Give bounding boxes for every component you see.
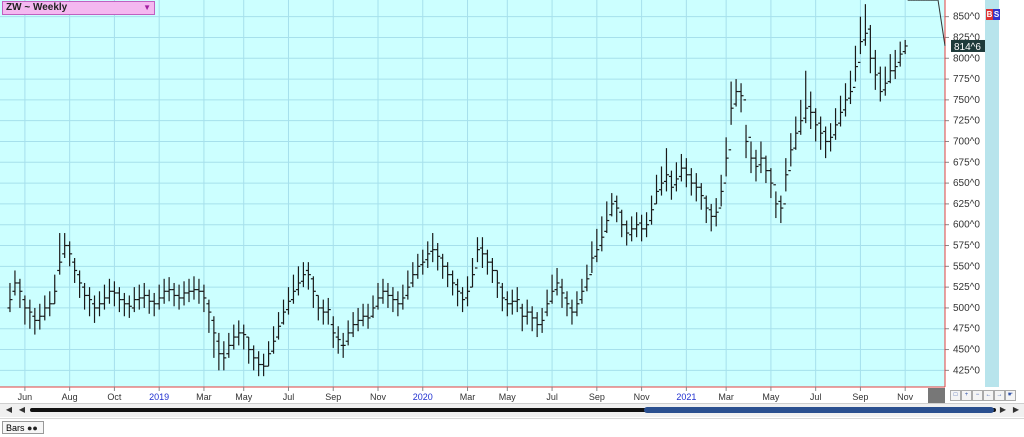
price-tick-label: 675^0 <box>953 157 980 168</box>
time-tick-label: May <box>499 392 517 402</box>
price-tick-label: 600^0 <box>953 220 980 231</box>
time-tick-label: Mar <box>460 392 476 402</box>
zoom-out-icon[interactable]: − <box>972 390 983 401</box>
price-tick-label: 450^0 <box>953 345 980 356</box>
time-tick-label: Mar <box>718 392 734 402</box>
time-tick-label: Aug <box>62 392 78 402</box>
time-tick-label: Oct <box>107 392 122 402</box>
triangle-down-icon[interactable]: ▼ <box>143 2 151 14</box>
zoom-fit-icon[interactable]: □ <box>950 390 961 401</box>
status-bar: Bars ●● <box>0 418 1024 437</box>
time-tick-label: Mar <box>196 392 212 402</box>
symbol-title: ZW ~ Weekly <box>6 2 68 13</box>
time-tick-label: 2019 <box>149 392 169 402</box>
last-price-label: 814^6 <box>954 42 981 53</box>
price-tick-label: 650^0 <box>953 178 980 189</box>
time-tick-label: Sep <box>325 392 341 402</box>
price-tick-label: 750^0 <box>953 95 980 106</box>
price-tick-label: 700^0 <box>953 136 980 147</box>
sell-label[interactable]: S <box>993 9 1000 20</box>
time-tick-label: Jul <box>546 392 558 402</box>
price-tick-label: 550^0 <box>953 261 980 272</box>
hand-icon[interactable]: ☛ <box>1005 390 1016 401</box>
buy-label[interactable]: B <box>986 9 993 20</box>
time-tick-label: May <box>762 392 780 402</box>
time-tick-label: Sep <box>852 392 868 402</box>
price-tick-label: 775^0 <box>953 74 980 85</box>
price-tick-label: 850^0 <box>953 12 980 23</box>
price-tick-label: 625^0 <box>953 199 980 210</box>
time-tick-label: Nov <box>370 392 387 402</box>
time-tick-label: 2021 <box>676 392 696 402</box>
time-cursor-block <box>928 388 945 403</box>
binoculars-icon: ●● <box>27 423 38 433</box>
time-tick-label: Sep <box>589 392 605 402</box>
chart-area[interactable]: 425^0 450^0 475^0 500^0 525^0 550^0 575^0 600^0… <box>0 0 1024 404</box>
time-tick-label: Nov <box>634 392 651 402</box>
scroll-last-icon[interactable]: ▶ <box>1011 405 1021 415</box>
horizontal-scrollbar[interactable]: ◀ ◀ ▶ ▶ <box>0 403 1024 417</box>
scroll-left-icon[interactable]: ◀ <box>17 405 27 415</box>
price-tick-label: 475^0 <box>953 324 980 335</box>
zoom-in-icon[interactable]: + <box>961 390 972 401</box>
scroll-thumb[interactable] <box>644 407 994 413</box>
time-tick-label: 2020 <box>413 392 433 402</box>
time-tick-label: Jul <box>810 392 822 402</box>
price-tick-label: 525^0 <box>953 282 980 293</box>
time-tick-label: Jul <box>283 392 295 402</box>
ohlc-chart[interactable]: 425^0 450^0 475^0 500^0 525^0 550^0 575^0 600^0… <box>0 0 1024 404</box>
symbol-selector[interactable]: ZW ~ Weekly ▼ <box>2 1 155 15</box>
shift-right-icon[interactable]: → <box>994 390 1005 401</box>
buy-sell-badge[interactable]: BS <box>986 9 1000 20</box>
price-tick-label: 575^0 <box>953 241 980 252</box>
time-tick-label: Jun <box>18 392 33 402</box>
bars-tab-label: Bars <box>6 423 25 433</box>
bars-tab[interactable]: Bars ●● <box>2 421 44 434</box>
time-tick-label: May <box>235 392 253 402</box>
price-tick-label: 725^0 <box>953 116 980 127</box>
price-tick-label: 500^0 <box>953 303 980 314</box>
price-tick-label: 800^0 <box>953 53 980 64</box>
price-tick-label: 425^0 <box>953 365 980 376</box>
shift-left-icon[interactable]: ← <box>983 390 994 401</box>
price-scrollbar[interactable] <box>985 0 999 387</box>
time-tick-label: Nov <box>897 392 914 402</box>
scroll-first-icon[interactable]: ◀ <box>4 405 14 415</box>
scroll-right-icon[interactable]: ▶ <box>998 405 1008 415</box>
